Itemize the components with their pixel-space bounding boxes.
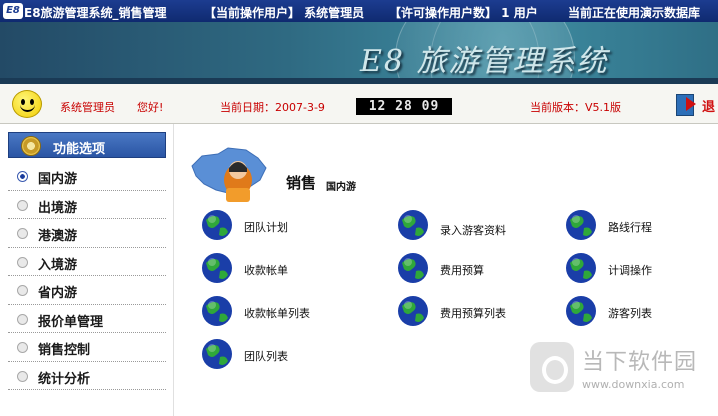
globe-icon[interactable] <box>564 251 598 285</box>
sidebar-item-label[interactable]: 省内游 <box>38 282 77 301</box>
app-title: E8旅游管理系统_销售管理 <box>24 6 167 20</box>
function-label[interactable]: 游客列表 <box>608 305 652 321</box>
sidebar-menu: 国内游 出境游 港澳游 入境游 省内游 报价单管理 销售控制 统计分析 <box>8 162 166 390</box>
function-label[interactable]: 费用预算 <box>440 262 484 278</box>
sidebar-item-domestic[interactable]: 国内游 <box>8 162 166 191</box>
function-receipt-bill-list[interactable]: 收款帐单列表 <box>200 294 350 330</box>
sidebar-item-statistics[interactable]: 统计分析 <box>8 362 166 390</box>
radio-icon[interactable] <box>17 199 28 211</box>
sidebar-item-provincial[interactable]: 省内游 <box>8 276 166 305</box>
section-subtitle: 国内游 <box>326 182 356 193</box>
watermark-logo-icon <box>530 342 574 392</box>
greeting: 您好! <box>137 101 164 114</box>
sidebar-item-label[interactable]: 入境游 <box>38 254 77 273</box>
function-tourist-list[interactable]: 游客列表 <box>564 294 714 330</box>
sidebar-item-label[interactable]: 国内游 <box>38 168 77 187</box>
license-users-info: 【许可操作用户数】 1 用户 <box>389 6 538 20</box>
exit-button[interactable]: 退 <box>702 96 715 115</box>
header-banner: E8 旅游管理系统 <box>0 22 718 84</box>
sidebar-header-label: 功能选项 <box>53 142 106 157</box>
title-bar: E8 E8旅游管理系统_销售管理 【当前操作用户】 系统管理员 【许可操作用户数… <box>0 0 718 22</box>
radio-icon[interactable] <box>17 370 28 382</box>
current-user-info: 【当前操作用户】 系统管理员 <box>204 6 365 20</box>
globe-icon[interactable] <box>200 337 234 371</box>
function-route-itinerary[interactable]: 路线行程 <box>564 208 714 244</box>
sidebar-item-label[interactable]: 报价单管理 <box>38 311 103 330</box>
sidebar-item-inbound[interactable]: 入境游 <box>8 248 166 276</box>
function-team-plan[interactable]: 团队计划 <box>200 208 350 244</box>
function-label[interactable]: 团队列表 <box>244 348 288 364</box>
sidebar-header: 功能选项 <box>8 132 166 158</box>
sidebar-item-quotation[interactable]: 报价单管理 <box>8 305 166 333</box>
function-team-list[interactable]: 团队列表 <box>200 337 350 373</box>
radio-icon[interactable] <box>17 256 28 268</box>
china-map-salesperson-icon <box>191 147 267 202</box>
sidebar-item-hk-macau[interactable]: 港澳游 <box>8 219 166 248</box>
globe-icon[interactable] <box>200 251 234 285</box>
smiley-face-icon <box>12 90 42 118</box>
info-bar: 系统管理员 您好! 当前日期：2007-3-9 12 28 09 当前版本：V5… <box>0 84 718 124</box>
globe-icon[interactable] <box>200 294 234 328</box>
sidebar-item-outbound[interactable]: 出境游 <box>8 191 166 219</box>
globe-icon[interactable] <box>396 208 430 242</box>
function-label[interactable]: 收款帐单 <box>244 262 288 278</box>
function-label[interactable]: 费用预算列表 <box>440 305 506 321</box>
sidebar-item-label[interactable]: 出境游 <box>38 197 77 216</box>
function-label[interactable]: 收款帐单列表 <box>244 305 310 321</box>
database-status: 当前正在使用演示数据库 <box>568 6 701 20</box>
sidebar-item-label[interactable]: 销售控制 <box>38 339 90 358</box>
function-label[interactable]: 录入游客资料 <box>440 222 506 238</box>
globe-icon[interactable] <box>396 294 430 328</box>
globe-icon[interactable] <box>396 251 430 285</box>
function-label[interactable]: 路线行程 <box>608 219 652 235</box>
section-title: 销售 <box>286 174 317 192</box>
radio-icon[interactable] <box>17 228 28 239</box>
current-date: 当前日期：2007-3-9 <box>220 101 325 114</box>
watermark-name: 当下软件园 <box>582 350 698 375</box>
function-expense-budget-list[interactable]: 费用预算列表 <box>396 294 546 330</box>
sidebar-item-label[interactable]: 统计分析 <box>38 368 90 387</box>
radio-selected-icon[interactable] <box>17 171 28 182</box>
function-label[interactable]: 团队计划 <box>244 219 288 235</box>
version-label: 当前版本：V5.1版 <box>530 101 622 114</box>
exit-arrow-icon[interactable] <box>686 97 696 111</box>
digital-clock: 12 28 09 <box>356 98 452 115</box>
globe-icon[interactable] <box>564 208 598 242</box>
banner-brand-title: E8 旅游管理系统 <box>360 44 609 79</box>
function-receipt-bill[interactable]: 收款帐单 <box>200 251 350 287</box>
sidebar: 功能选项 国内游 出境游 港澳游 入境游 省内游 报价单管理 销售控制 统计分析 <box>0 124 174 416</box>
user-name: 系统管理员 <box>60 101 115 114</box>
watermark: 当下软件园 www.downxia.com <box>530 340 718 416</box>
watermark-url: www.downxia.com <box>582 378 685 391</box>
function-label[interactable]: 计调操作 <box>608 262 652 278</box>
radio-icon[interactable] <box>17 285 28 296</box>
app-logo-icon: E8 <box>3 3 23 19</box>
function-expense-budget[interactable]: 费用预算 <box>396 251 546 287</box>
gear-icon <box>21 136 41 156</box>
sidebar-item-label[interactable]: 港澳游 <box>38 225 77 244</box>
sidebar-item-sales-control[interactable]: 销售控制 <box>8 333 166 362</box>
globe-icon[interactable] <box>200 208 234 242</box>
function-enter-tourist-info[interactable]: 录入游客资料 <box>396 208 546 244</box>
globe-icon[interactable] <box>564 294 598 328</box>
radio-icon[interactable] <box>17 313 28 325</box>
radio-icon[interactable] <box>17 342 28 353</box>
function-dispatch-operation[interactable]: 计调操作 <box>564 251 714 287</box>
